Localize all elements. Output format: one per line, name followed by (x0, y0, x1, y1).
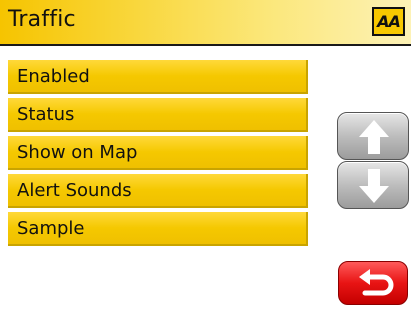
return-arrow-icon (359, 269, 394, 296)
scroll-down-button[interactable] (337, 161, 409, 209)
menu-item-sample[interactable]: Sample (8, 212, 308, 246)
header-bar: Traffic AA (0, 0, 411, 46)
menu-item-show-on-map[interactable]: Show on Map (8, 136, 308, 170)
menu-item-label: Enabled (17, 65, 90, 87)
arrow-down-icon (359, 169, 389, 203)
back-button[interactable] (338, 261, 408, 305)
menu-item-label: Status (17, 103, 75, 125)
menu-item-label: Alert Sounds (17, 179, 132, 201)
arrow-up-icon (359, 120, 389, 154)
menu-item-enabled[interactable]: Enabled (8, 60, 308, 94)
menu-item-alert-sounds[interactable]: Alert Sounds (8, 174, 308, 208)
page-title: Traffic (8, 7, 76, 32)
menu-item-status[interactable]: Status (8, 98, 308, 132)
menu-item-label: Show on Map (17, 141, 138, 163)
scroll-up-button[interactable] (337, 112, 409, 160)
aa-logo: AA (372, 7, 405, 36)
menu-item-label: Sample (17, 217, 85, 239)
